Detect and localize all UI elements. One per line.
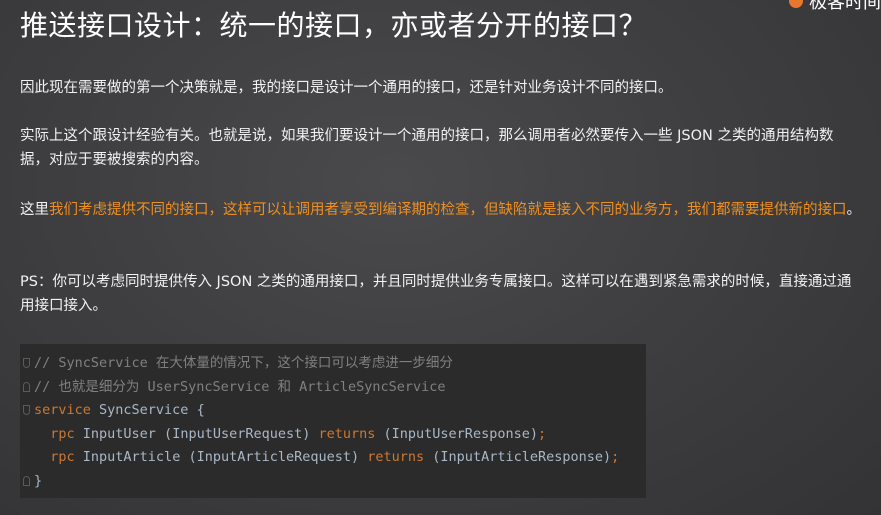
- logo-text: 极客时间: [809, 0, 881, 10]
- paragraph-decision: 因此现在需要做的第一个决策就是，我的接口是设计一个通用的接口，还是针对业务设计不…: [20, 80, 673, 96]
- code-line-1: // SyncService 在大体量的情况下，这个接口可以考虑进一步细分: [20, 352, 646, 376]
- code-line-5: rpc InputArticle (InputArticleRequest) r…: [20, 446, 646, 470]
- paragraph-choice-prefix: 这里: [20, 202, 49, 218]
- code-rpc-signature: InputUser (InputUserRequest): [74, 425, 319, 442]
- paragraph-choice-highlight: 我们考虑提供不同的接口，这样可以让调用者享受到编译期的检查，但缺陷就是接入不同的…: [49, 202, 847, 218]
- code-semicolon: ;: [611, 449, 620, 465]
- fold-marker-icon: [23, 381, 30, 392]
- paragraph-experience: 实际上这个跟设计经验有关。也就是说，如果我们要设计一个通用的接口，那么调用者必然…: [20, 128, 834, 168]
- code-line-2: // 也就是细分为 UserSyncService 和 ArticleSyncS…: [20, 376, 646, 400]
- code-keyword-returns: returns: [367, 449, 425, 465]
- code-line-3: service SyncService {: [20, 399, 646, 423]
- code-service-name: SyncService {: [90, 402, 205, 418]
- code-keyword-returns: returns: [318, 425, 376, 442]
- fold-marker-icon: [23, 358, 30, 368]
- code-semicolon: ;: [537, 425, 547, 442]
- code-line-6: }: [20, 470, 646, 494]
- code-rpc-signature: InputArticle (InputArticleRequest): [74, 449, 368, 465]
- slide-title: 推送接口设计：统一的接口，亦或者分开的接口？: [20, 9, 648, 42]
- code-comment: // SyncService 在大体量的情况下，这个接口可以考虑进一步细分: [34, 355, 453, 371]
- paragraph-ps-note: PS：你可以考虑同时提供传入 JSON 之类的通用接口，并且同时提供业务专属接口…: [20, 274, 852, 314]
- logo-icon: [789, 0, 803, 8]
- code-closing-brace: }: [34, 472, 43, 489]
- code-keyword-rpc: rpc: [50, 425, 75, 442]
- code-block: // SyncService 在大体量的情况下，这个接口可以考虑进一步细分 //…: [20, 344, 646, 498]
- code-keyword-rpc: rpc: [50, 449, 75, 465]
- code-keyword-service: service: [34, 402, 91, 418]
- code-rpc-response: (InputUserResponse): [375, 425, 538, 442]
- code-rpc-response: (InputArticleResponse): [424, 449, 612, 465]
- code-line-4: rpc InputUser (InputUserRequest) returns…: [20, 423, 646, 447]
- paragraph-choice-suffix: 。: [846, 202, 862, 218]
- fold-marker-icon: [23, 405, 30, 415]
- code-comment: // 也就是细分为 UserSyncService 和 ArticleSyncS…: [34, 378, 446, 395]
- fold-marker-icon: [23, 475, 30, 486]
- brand-logo: 极客时间: [789, 0, 881, 10]
- paragraph-choice: 这里我们考虑提供不同的接口，这样可以让调用者享受到编译期的检查，但缺陷就是接入不…: [20, 198, 862, 222]
